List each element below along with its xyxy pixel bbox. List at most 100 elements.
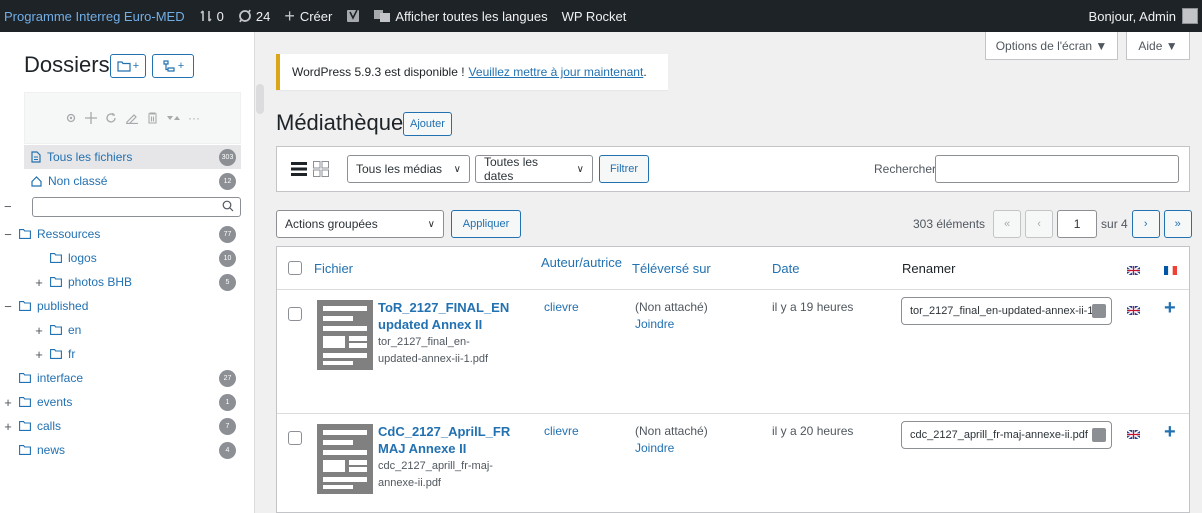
grid-view-icon[interactable] (313, 161, 329, 180)
last-page-button[interactable]: » (1163, 210, 1192, 238)
folder-item[interactable]: interface 27 (0, 366, 255, 390)
trash-icon[interactable] (147, 112, 158, 124)
media-type-value: Tous les médias (356, 162, 443, 176)
upload-date: il y a 20 heures (772, 424, 854, 438)
expand-icon[interactable]: + (33, 275, 45, 290)
help-button[interactable]: Aide ▼ (1126, 32, 1190, 60)
folder-item[interactable]: + photos BHB 5 (31, 270, 286, 294)
lock-icon[interactable] (1092, 428, 1106, 442)
revisions-item[interactable]: 0 (192, 0, 231, 32)
apply-button[interactable]: Appliquer (451, 210, 521, 238)
flag-en-icon (1126, 427, 1141, 442)
more-icon[interactable]: ··· (188, 111, 200, 125)
gear-icon[interactable] (65, 112, 77, 124)
expand-icon[interactable]: + (33, 347, 45, 362)
select-all-checkbox[interactable] (288, 261, 302, 275)
sort-icon[interactable] (166, 113, 180, 123)
dates-select[interactable]: Toutes les dates ∨ (475, 155, 593, 183)
folder-label: fr (68, 347, 76, 361)
rename-input[interactable]: cdc_2127_aprill_fr-maj-annexe-ii.pdf (901, 421, 1112, 449)
search-icon (222, 200, 234, 215)
file-title-link[interactable]: CdC_2127_AprilL_FR MAJ Annexe II (378, 423, 518, 457)
folder-item[interactable]: + calls 7 (0, 414, 255, 438)
count-badge: 1 (219, 393, 236, 411)
folder-label: en (68, 323, 82, 337)
folder-search-input[interactable] (32, 197, 241, 217)
upload-date: il y a 19 heures (772, 300, 854, 314)
account-menu[interactable]: Bonjour, Admin (1082, 0, 1202, 32)
rename-icon[interactable] (125, 112, 139, 124)
add-translation-icon[interactable]: + (1164, 298, 1176, 318)
greeting: Bonjour, Admin (1088, 8, 1176, 24)
items-count: 303 éléments (913, 217, 986, 231)
plus-icon: + (284, 5, 295, 26)
row-checkbox[interactable] (288, 307, 302, 321)
list-view-icon[interactable] (291, 161, 307, 180)
folder-item[interactable]: + events 1 (0, 390, 255, 414)
revisions-icon (200, 10, 212, 22)
screen-options-button[interactable]: Options de l'écran ▼ (985, 32, 1118, 60)
add-translation-icon[interactable]: + (1164, 422, 1176, 442)
add-media-button[interactable]: Ajouter (403, 112, 452, 136)
refresh-icon[interactable] (105, 112, 117, 124)
lock-icon[interactable] (1092, 304, 1106, 318)
expand-icon[interactable]: + (2, 419, 14, 434)
yoast-icon (347, 9, 360, 22)
file-icon (31, 151, 41, 163)
folders-title: Dossiers (24, 52, 110, 77)
site-name-link[interactable]: Programme Interreg Euro-MED (0, 0, 192, 32)
new-subfolder-button[interactable]: + (152, 54, 194, 78)
author-link[interactable]: clievre (544, 423, 579, 440)
folder-item[interactable]: − published (0, 294, 255, 318)
home-icon (31, 175, 42, 187)
new-folder-button[interactable]: + (110, 54, 146, 78)
flag-en-icon (1126, 263, 1141, 278)
pdf-thumbnail[interactable] (317, 300, 373, 370)
collapse-all-icon[interactable]: − (4, 199, 12, 214)
pdf-thumbnail[interactable] (317, 424, 373, 494)
updates-item[interactable]: 24 (231, 0, 277, 32)
languages-menu[interactable]: Afficher toutes les langues (367, 0, 554, 32)
table-row: ToR_2127_FINAL_EN updated Annex II tor_21… (277, 289, 1189, 413)
folder-all-files[interactable]: Tous les fichiers 303 (24, 145, 241, 169)
wp-rocket-menu[interactable]: WP Rocket (555, 0, 634, 32)
rename-value: tor_2127_final_en-updated-annex-ii-1 (910, 305, 1094, 317)
author-link[interactable]: clievre (544, 299, 579, 316)
col-date[interactable]: Date (772, 247, 799, 289)
create-menu[interactable]: + Créer (277, 0, 339, 32)
row-checkbox[interactable] (288, 431, 302, 445)
current-page-input[interactable]: 1 (1057, 210, 1098, 238)
folder-item[interactable]: + en (31, 318, 286, 342)
file-title-link[interactable]: ToR_2127_FINAL_EN updated Annex II (378, 299, 518, 333)
panel-resize-handle[interactable] (256, 84, 264, 114)
move-icon[interactable] (85, 112, 97, 124)
folder-unclassified[interactable]: Non classé 12 (31, 169, 255, 193)
attach-link[interactable]: Joindre (635, 440, 674, 457)
attached-status: (Non attaché) (635, 300, 708, 314)
filter-button[interactable]: Filtrer (599, 155, 649, 183)
folder-item[interactable]: + fr (31, 342, 286, 366)
folder-item[interactable]: logos 10 (31, 246, 286, 270)
bulk-actions-select[interactable]: Actions groupées ∨ (276, 210, 444, 238)
chevron-down-icon: ∨ (427, 218, 435, 230)
media-type-select[interactable]: Tous les médias ∨ (347, 155, 470, 183)
folder-label: Non classé (48, 174, 108, 188)
expand-icon[interactable]: + (33, 323, 45, 338)
attach-link[interactable]: Joindre (635, 316, 674, 333)
prev-page-button[interactable]: ‹ (1025, 210, 1054, 238)
folder-icon (19, 397, 31, 407)
collapse-icon[interactable]: − (2, 299, 14, 314)
col-file[interactable]: Fichier (314, 247, 353, 289)
next-page-button[interactable]: › (1131, 210, 1160, 238)
folders-panel: Dossiers + + ··· Tous les fichiers 303 N… (0, 32, 264, 513)
media-search-input[interactable] (935, 155, 1179, 183)
rename-input[interactable]: tor_2127_final_en-updated-annex-ii-1 (901, 297, 1112, 325)
folder-item[interactable]: − Ressources 77 (0, 222, 255, 246)
collapse-icon[interactable]: − (2, 227, 14, 242)
yoast-menu[interactable] (339, 0, 367, 32)
update-now-link[interactable]: Veuillez mettre à jour maintenant (469, 65, 644, 79)
expand-icon[interactable]: + (2, 395, 14, 410)
folder-item[interactable]: news 4 (0, 438, 255, 462)
notice-suffix: . (643, 65, 647, 79)
first-page-button[interactable]: « (993, 210, 1022, 238)
